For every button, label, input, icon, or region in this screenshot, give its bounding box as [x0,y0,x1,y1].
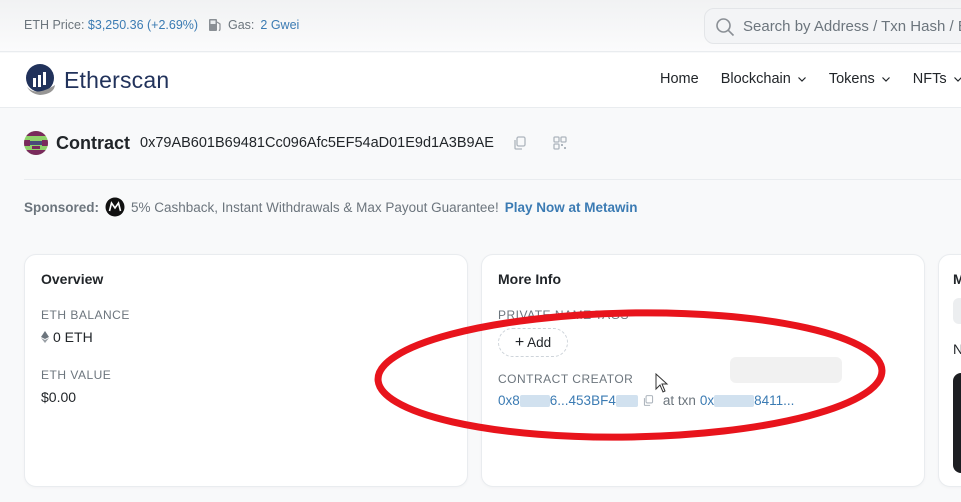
creator-address-suffix: 6...453BF4 [549,393,616,408]
mouse-cursor-icon [655,373,669,393]
private-name-tags-label: PRIVATE NAME TAGS [498,308,629,322]
nav-item-home[interactable]: Home [660,71,699,87]
top-bar: ETH Price: $3,250.36 (+2.69%) Gas: 2 Gwe… [0,0,961,52]
sponsored-link[interactable]: Play Now at Metawin [505,200,638,215]
eth-value-label: ETH VALUE [41,368,112,382]
gas-value[interactable]: 2 Gwei [260,18,299,32]
page-title: Contract [56,132,131,153]
contract-header: Contract 0x79AB601B69481Cc096Afc5EF54aD0… [24,131,568,155]
search-icon [716,18,735,37]
txn-prefix: 0x [699,393,715,408]
eth-price: ETH Price: $3,250.36 (+2.69%) [24,18,198,32]
redacted-region [615,395,638,408]
eth-balance-value: 0 ETH [41,329,93,345]
add-name-tag-button[interactable]: + Add [498,328,568,357]
eth-value-amount: $0.00 [41,389,77,405]
creator-address-prefix: 0x8 [498,393,520,408]
redacted-region [519,395,550,408]
eth-price-label: ETH Price: [24,18,85,32]
card-subtitle: N [953,341,961,357]
nav-item-label: Home [660,71,699,87]
chevron-down-icon [881,77,890,82]
nav-item-tokens[interactable]: Tokens [829,71,891,87]
add-label: Add [527,335,552,350]
card-title: Overview [41,271,104,287]
main-nav: Etherscan Home Blockchain Tokens NFTs [0,53,961,108]
sponsored-label: Sponsored: [24,199,100,215]
metawin-logo-icon [105,197,125,217]
contract-address: 0x79AB601B69481Cc096Afc5EF54aD01E9d1A3B9… [140,135,494,151]
card-title: More Info [498,271,561,287]
divider [24,179,961,180]
sponsored-banner: Sponsored: 5% Cashback, Instant Withdraw… [24,197,637,217]
overview-card: Overview ETH BALANCE 0 ETH ETH VALUE $0.… [24,254,468,487]
redacted-region [714,395,755,408]
creator-address-link[interactable]: 0x8 6...453BF4 [498,393,638,408]
contract-creator-label: CONTRACT CREATOR [498,372,634,386]
search-box[interactable] [704,8,961,44]
ad-image[interactable] [953,373,961,473]
gas-label: Gas: [228,18,255,32]
nav-item-label: Tokens [828,71,875,87]
creation-txn-link[interactable]: 0x 8411... [700,393,795,408]
contract-creator: 0x8 6...453BF4 at txn 0x 8411... [498,393,794,408]
nav-item-label: NFTs [912,71,947,87]
chevron-down-icon [953,77,961,82]
more-info-card: More Info PRIVATE NAME TAGS + Add CONTRA… [481,254,925,487]
third-card: M N [938,254,961,487]
chevron-down-icon [797,77,806,82]
sponsored-text: 5% Cashback, Instant Withdrawals & Max P… [131,199,499,215]
dropdown-button[interactable] [953,298,961,324]
eth-price-value[interactable]: $3,250.36 (+2.69%) [88,18,198,32]
nav-item-blockchain[interactable]: Blockchain [721,71,807,87]
gas-price: Gas: 2 Gwei [208,18,299,32]
card-title: M [953,271,961,287]
nav-item-nfts[interactable]: NFTs [913,71,961,87]
search-input[interactable] [743,9,961,43]
txn-suffix: 8411... [754,393,795,408]
plus-icon: + [514,333,525,351]
ethereum-icon [41,331,49,343]
brand-name: Etherscan [64,66,170,93]
at-txn-label: at txn [662,393,696,408]
qr-code-icon[interactable] [552,135,568,151]
copy-icon[interactable] [642,394,655,407]
nav-menu: Home Blockchain Tokens NFTs [660,71,961,87]
eth-balance-amount: 0 ETH [53,329,93,345]
copy-icon[interactable] [512,135,528,151]
gas-pump-icon [209,19,221,32]
nav-item-label: Blockchain [720,71,791,87]
tooltip [730,357,842,383]
etherscan-logo[interactable]: Etherscan [24,63,169,97]
etherscan-logo-icon [26,64,55,95]
eth-balance-label: ETH BALANCE [41,308,130,322]
contract-identicon [24,131,48,155]
